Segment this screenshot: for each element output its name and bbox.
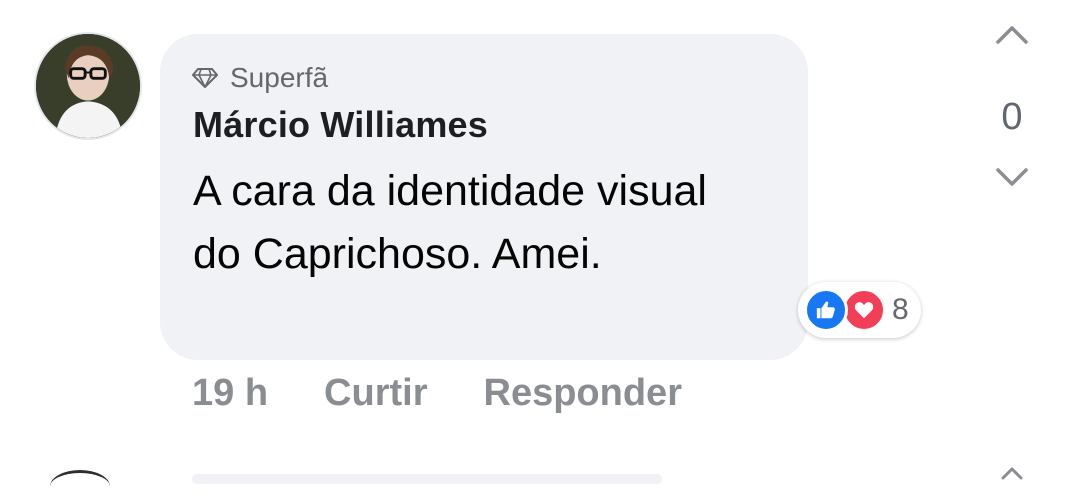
reaction-count: 8: [892, 293, 909, 326]
like-icon: [804, 288, 848, 332]
vote-count: 0: [1001, 96, 1023, 138]
badge-label: Superfã: [230, 62, 329, 93]
avatar[interactable]: [34, 32, 142, 140]
like-button[interactable]: Curtir: [324, 372, 427, 415]
diamond-icon: [192, 68, 218, 88]
comment-text: A cara da identidade visual do Caprichos…: [193, 167, 707, 278]
chevron-down-icon[interactable]: [992, 164, 1032, 192]
reactions-summary[interactable]: 8: [798, 282, 921, 338]
vote-control: 0: [980, 20, 1044, 192]
comment-actions: 19 h Curtir Responder: [192, 372, 682, 415]
comment-author[interactable]: Márcio Williames: [193, 104, 488, 146]
reply-button[interactable]: Responder: [484, 372, 682, 415]
fan-badge[interactable]: Superfã: [192, 60, 328, 96]
chevron-up-icon[interactable]: [992, 20, 1032, 48]
comment-timestamp[interactable]: 19 h: [192, 372, 268, 415]
love-icon: [842, 288, 886, 332]
comment-bubble: Superfã Márcio Williames A cara da ident…: [160, 34, 808, 360]
next-comment-bubble: [192, 474, 662, 484]
next-comment-avatar[interactable]: [50, 470, 110, 503]
avatar-photo: [36, 34, 140, 138]
